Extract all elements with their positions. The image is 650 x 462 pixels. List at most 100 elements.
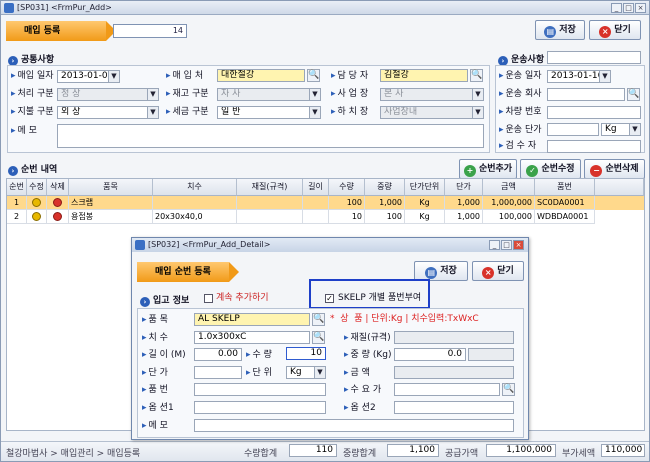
column-header[interactable]: 금액 (483, 179, 535, 196)
add-row-button[interactable]: + 순번추가 (459, 159, 517, 179)
dropdown-arrow-icon[interactable]: ▼ (629, 124, 640, 135)
dialog-close-window-button[interactable]: × (513, 240, 524, 250)
item-field[interactable]: AL SKELP (194, 313, 310, 326)
column-header[interactable]: 수량 (329, 179, 365, 196)
column-header[interactable]: 삭제 (47, 179, 69, 196)
transport-price-field[interactable] (547, 123, 599, 136)
detail-dialog: [SP032] <FrmPur_Add_Detail> _ □ × 매입 순번 … (131, 237, 529, 440)
qty-field[interactable]: 10 (286, 347, 326, 360)
column-header[interactable]: 단가 (445, 179, 483, 196)
column-header[interactable]: 순번 (7, 179, 27, 196)
delete-row-button[interactable]: − 순번삭제 (584, 159, 645, 179)
table-cell (237, 196, 303, 210)
vendor-field[interactable]: 대한철강 (217, 69, 305, 82)
column-header[interactable]: 단가단위 (405, 179, 445, 196)
dialog-memo-field[interactable] (194, 419, 514, 432)
save-button[interactable]: ▤ 저장 (535, 20, 585, 40)
column-header[interactable]: 품번 (535, 179, 595, 196)
dialog-memo-label: ▸ 메 모 (142, 421, 168, 431)
qty-total-value: 110 (289, 444, 337, 457)
column-header[interactable]: 재질(규격) (237, 179, 303, 196)
size-search-icon[interactable]: 🔍 (312, 331, 325, 344)
dropdown-arrow-icon[interactable]: ▼ (314, 367, 325, 378)
maximize-button[interactable]: □ (623, 3, 634, 13)
process-select[interactable]: 정 상 ▼ (57, 88, 159, 101)
dialog-save-button[interactable]: ▤ 저장 (414, 261, 468, 281)
tax-select[interactable]: 일 반 ▼ (217, 106, 321, 119)
partno-field[interactable] (194, 383, 326, 396)
table-row[interactable]: 1 스크랩 100 1,000 Kg 1,000 1,000,000 SC0DA0001 (7, 196, 644, 210)
dropdown-arrow-icon[interactable]: ▼ (472, 107, 483, 118)
item-search-icon[interactable]: 🔍 (312, 313, 325, 326)
transport-price-label: ▸ 운송 단가 (499, 125, 542, 135)
row-edit-icon[interactable] (27, 210, 47, 224)
length-field[interactable]: 0.00 (194, 348, 242, 361)
app-icon (4, 3, 14, 13)
doc-code-field[interactable]: 14 (113, 24, 187, 38)
table-cell: 1 (7, 196, 27, 210)
column-header[interactable]: 중량 (365, 179, 405, 196)
transport-search-icon[interactable]: 🔍 (627, 88, 640, 101)
price-field[interactable] (194, 366, 242, 379)
memo-field[interactable] (57, 124, 484, 148)
inspector-field[interactable] (547, 140, 641, 153)
column-header[interactable]: 치수 (153, 179, 237, 196)
transport-code-field[interactable] (547, 51, 641, 64)
dropdown-arrow-icon[interactable]: ▼ (108, 71, 119, 82)
table-cell: 100 (329, 196, 365, 210)
transport-title-text: 운송사항 (511, 55, 545, 65)
opt1-field[interactable] (194, 401, 326, 414)
manager-search-icon[interactable]: 🔍 (470, 69, 483, 82)
amount-label: ▸ 금 액 (344, 368, 370, 378)
row-edit-icon[interactable] (27, 196, 47, 210)
row-delete-icon[interactable] (47, 196, 69, 210)
plus-icon: + (463, 165, 476, 177)
manager-field[interactable]: 김철강 (380, 69, 468, 82)
table-row[interactable]: 2 용접봉 20x30x40,0 10 100 Kg 1,000 100,000 WDBDA00… (7, 210, 644, 224)
common-section-title: › 공통사항 (8, 52, 54, 66)
material-field[interactable] (394, 331, 514, 344)
dropdown-arrow-icon[interactable]: ▼ (147, 107, 158, 118)
dropdown-arrow-icon[interactable]: ▼ (309, 89, 320, 100)
purchase-date-field[interactable]: 2013-01-09 ▼ (57, 70, 120, 83)
car-field[interactable] (547, 106, 641, 119)
weight-total-value: 1,100 (387, 444, 439, 457)
size-field[interactable]: 1.0x300xC (194, 331, 310, 344)
transport-unit-select[interactable]: Kg ▼ (601, 123, 641, 136)
column-header[interactable]: 품목 (69, 179, 153, 196)
unit-select[interactable]: Kg ▼ (286, 366, 326, 379)
dropdown-arrow-icon[interactable]: ▼ (599, 71, 610, 82)
pay-select[interactable]: 외 상 ▼ (57, 106, 159, 119)
transport-date-field[interactable]: 2013-01-16 ▼ (547, 70, 611, 83)
yard-select[interactable]: 사업장내 ▼ (380, 106, 484, 119)
dropdown-arrow-icon[interactable]: ▼ (472, 89, 483, 100)
customer-field[interactable] (394, 383, 500, 396)
edit-row-button[interactable]: ✓ 순번수정 (520, 159, 581, 179)
opt2-field[interactable] (394, 401, 514, 414)
row-delete-icon[interactable] (47, 210, 69, 224)
column-header[interactable]: 길이 (303, 179, 329, 196)
dialog-maximize-button[interactable]: □ (501, 240, 512, 250)
biz-select[interactable]: 본 사 ▼ (380, 88, 484, 101)
supply-total-label: 공급가액 (445, 449, 479, 459)
customer-search-icon[interactable]: 🔍 (502, 383, 515, 396)
stock-select[interactable]: 자 사 ▼ (217, 88, 321, 101)
transport-company-field[interactable] (547, 88, 625, 101)
vendor-search-icon[interactable]: 🔍 (307, 69, 320, 82)
section-arrow-icon: › (140, 297, 150, 307)
weight-field[interactable]: 0.0 (394, 348, 466, 361)
skelp-checkbox[interactable]: ✓ (325, 294, 334, 303)
edit-icon: ✓ (526, 165, 539, 177)
close-window-button[interactable]: × (635, 3, 646, 13)
unit-label: ▸ 단 위 (246, 368, 272, 378)
dialog-app-icon (135, 240, 145, 250)
dropdown-arrow-icon[interactable]: ▼ (309, 107, 320, 118)
dropdown-arrow-icon[interactable]: ▼ (147, 89, 158, 100)
dialog-minimize-button[interactable]: _ (489, 240, 500, 250)
continue-checkbox[interactable] (204, 294, 213, 303)
close-button[interactable]: × 닫기 (589, 20, 641, 40)
dialog-close-button[interactable]: × 닫기 (472, 261, 524, 281)
column-header[interactable]: 수정 (27, 179, 47, 196)
minimize-button[interactable]: _ (611, 3, 622, 13)
dialog-save-label: 저장 (440, 266, 457, 276)
